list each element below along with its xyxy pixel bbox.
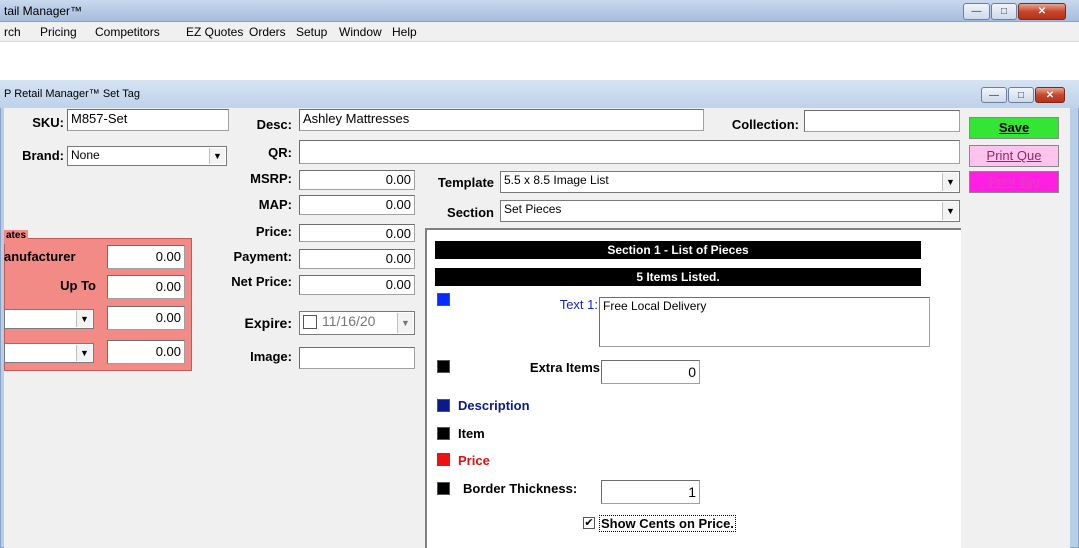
item-label: Item [458,426,485,441]
manufacturer-input[interactable]: 0.00 [107,245,185,269]
template-value: 5.5 x 8.5 Image List [504,173,609,187]
chevron-down-icon[interactable]: ▼ [76,345,92,361]
border-thickness-label: Border Thickness: [463,481,578,496]
extra-items-label: Extra Items [529,360,600,375]
payment-label: Payment: [233,249,292,264]
desc-label: Desc: [256,117,292,132]
extra-items-input[interactable]: 0 [601,360,700,384]
menu-competitors[interactable]: Competitors [95,25,160,39]
rate-type-select-2[interactable]: ▼ [4,343,94,363]
save-button[interactable]: Save [969,117,1059,139]
image-input[interactable] [299,347,415,369]
show-cents-label[interactable]: Show Cents on Price. [599,515,736,532]
net-price-label: Net Price: [231,274,292,289]
menu-search[interactable]: rch [4,25,21,39]
template-select[interactable]: 5.5 x 8.5 Image List ▼ [500,171,960,193]
section-select[interactable]: Set Pieces ▼ [500,200,960,222]
text1-input[interactable]: Free Local Delivery [599,297,930,347]
price-style-label: Price [458,453,490,468]
menu-ez-quotes[interactable]: EZ Quotes [186,25,243,39]
sku-input[interactable]: M857-Set [67,109,229,131]
brand-value: None [71,148,100,162]
map-input[interactable]: 0.00 [299,195,415,215]
child-minimize-icon[interactable]: — [981,87,1007,103]
child-close-icon[interactable]: ✕ [1035,87,1065,103]
show-cents-checkbox[interactable]: ✔ [583,517,595,529]
menu-pricing[interactable]: Pricing [40,25,77,39]
chevron-down-icon[interactable]: ▼ [209,148,225,164]
menu-orders[interactable]: Orders [249,25,286,39]
sku-label: SKU: [32,115,64,130]
upto-input[interactable]: 0.00 [107,275,185,299]
chevron-down-icon[interactable]: ▼ [942,202,958,220]
item-color-swatch[interactable] [437,427,450,440]
collection-label: Collection: [731,117,799,132]
qr-label: QR: [268,145,292,160]
expire-label: Expire: [244,315,292,331]
manufacturer-label: anufacturer [4,249,76,264]
description-label: Description [458,398,530,413]
text1-label: Text 1: [559,297,598,312]
menu-setup[interactable]: Setup [296,25,327,39]
rate-value-input-1[interactable]: 0.00 [107,306,185,330]
menu-help[interactable]: Help [392,25,417,39]
qr-input[interactable] [299,140,960,164]
section-value: Set Pieces [504,202,562,216]
upto-label: Up To [60,278,96,293]
border-thickness-input[interactable]: 1 [601,480,700,504]
template-label: Template [437,175,494,190]
print-tag-button[interactable]: Print Tag [969,171,1059,193]
payment-input[interactable]: 0.00 [299,249,415,269]
expire-checkbox[interactable] [303,315,317,329]
price-color-swatch[interactable] [437,453,450,466]
brand-label: Brand: [22,148,64,163]
main-window-title: tail Manager™ [4,4,83,18]
msrp-label: MSRP: [250,171,292,186]
image-label: Image: [250,349,292,364]
collection-input[interactable] [804,110,960,132]
border-color-swatch[interactable] [437,482,450,495]
chevron-down-icon[interactable]: ▼ [76,311,92,327]
msrp-input[interactable]: 0.00 [299,170,415,190]
rate-type-select-1[interactable]: ▼ [4,309,94,329]
chevron-down-icon[interactable]: ▼ [942,173,958,191]
menu-window[interactable]: Window [339,25,382,39]
maximize-icon[interactable]: □ [991,3,1017,20]
text1-color-swatch[interactable] [437,293,450,306]
desc-input[interactable]: Ashley Mattresses [299,109,704,131]
expire-date-picker[interactable]: 11/16/20 ▼ [299,311,415,335]
main-title-bar: tail Manager™ — □ ✕ [0,0,1079,22]
description-color-swatch[interactable] [437,399,450,412]
minimize-icon[interactable]: — [963,3,990,20]
price-label: Price: [255,224,292,239]
child-window-title: P Retail Manager™ Set Tag [4,88,140,100]
expire-value: 11/16/20 [322,313,376,329]
section-label: Section [447,205,494,220]
brand-select[interactable]: None ▼ [67,146,227,166]
rates-group-title: ates [4,230,29,244]
extra-items-color-swatch[interactable] [437,360,450,373]
net-price-input[interactable]: 0.00 [299,275,415,295]
chevron-down-icon[interactable]: ▼ [397,313,413,333]
map-label: MAP: [258,197,292,212]
menu-bar: rch Pricing Competitors EZ Quotes Orders… [0,22,1079,42]
rate-value-input-2[interactable]: 0.00 [107,340,185,364]
close-icon[interactable]: ✕ [1018,3,1066,20]
items-listed-bar: 5 Items Listed. [435,268,921,286]
section-header-bar: Section 1 - List of Pieces [435,241,921,259]
print-que-button[interactable]: Print Que [969,145,1059,167]
child-title-bar: P Retail Manager™ Set Tag — □ ✕ [0,80,1079,108]
price-input[interactable]: 0.00 [299,224,415,242]
child-maximize-icon[interactable]: □ [1008,87,1034,103]
